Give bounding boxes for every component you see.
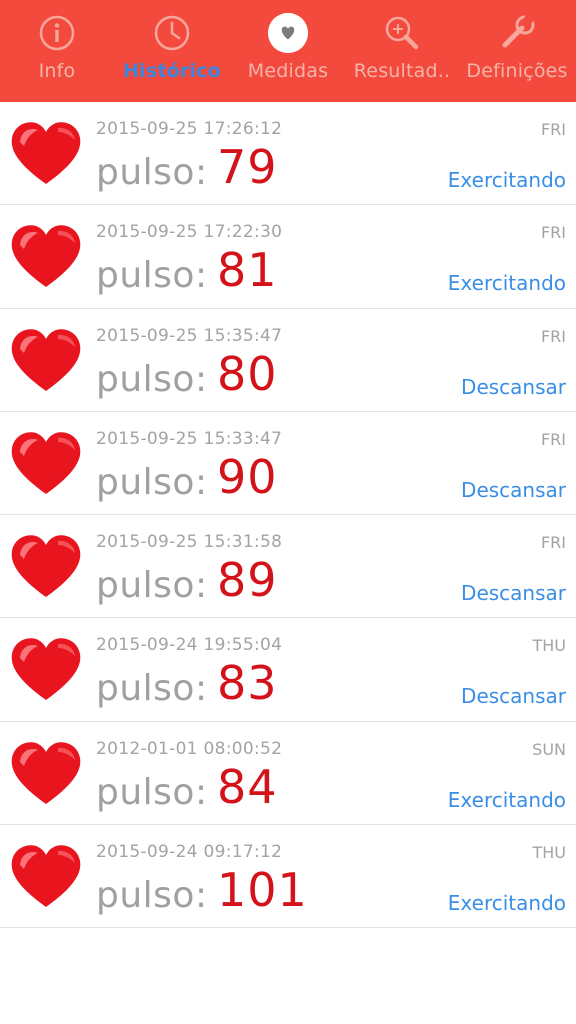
wrench-icon xyxy=(496,12,538,54)
history-row[interactable]: 2012-01-01 08:00:52 SUN pulso: 84 Exerci… xyxy=(0,721,576,826)
pulse-label: pulso: xyxy=(96,358,208,400)
pulse-label: pulso: xyxy=(96,771,208,813)
tab-resultados-label: Resultad.. xyxy=(353,60,451,82)
record-day: FRI xyxy=(540,223,566,243)
record-timestamp: 2015-09-25 15:33:47 xyxy=(96,428,283,449)
pulse-value: 79 xyxy=(217,140,278,194)
record-state: Descansar xyxy=(461,477,566,502)
pulse-value: 84 xyxy=(217,759,278,814)
heart-icon xyxy=(11,638,81,701)
pulse-label: pulso: xyxy=(96,152,208,193)
record-state: Descansar xyxy=(461,684,566,709)
record-day: FRI xyxy=(540,326,566,346)
tab-resultados[interactable]: Resultad.. xyxy=(346,0,458,102)
record-day: FRI xyxy=(540,533,566,553)
history-row[interactable]: 2015-09-25 17:22:30 FRI pulso: 81 Exerci… xyxy=(0,205,576,309)
heart-icon xyxy=(11,122,81,184)
tab-bar: Info Histórico Medidas Resultad.. Defini… xyxy=(0,0,576,102)
record-state: Exercitando xyxy=(447,168,566,192)
pulse-value: 89 xyxy=(217,553,278,608)
record-timestamp: 2015-09-25 15:31:58 xyxy=(96,532,283,553)
history-list: 2015-09-25 17:26:12 FRI pulso: 79 Exerci… xyxy=(0,102,576,929)
tab-definicoes-label: Definições xyxy=(466,60,568,82)
heart-icon xyxy=(11,225,81,288)
tab-medidas-label: Medidas xyxy=(247,60,329,82)
heart-icon xyxy=(11,742,81,804)
heart-icon xyxy=(11,845,81,908)
pulse-value: 90 xyxy=(217,449,278,504)
tab-historico[interactable]: Histórico xyxy=(114,0,230,102)
record-state: Descansar xyxy=(461,374,566,399)
record-state: Exercitando xyxy=(447,271,566,296)
record-day: FRI xyxy=(540,120,566,139)
history-row[interactable]: 2015-09-25 15:33:47 FRI pulso: 90 Descan… xyxy=(0,411,576,516)
record-day: FRI xyxy=(540,429,566,449)
heart-circle-icon xyxy=(267,12,309,54)
record-state: Exercitando xyxy=(447,891,566,916)
heart-icon xyxy=(11,535,81,598)
tab-historico-label: Histórico xyxy=(123,60,221,82)
record-day: THU xyxy=(532,843,566,863)
pulse-label: pulso: xyxy=(96,255,208,297)
record-state: Descansar xyxy=(461,581,566,606)
magnifier-icon xyxy=(381,12,423,54)
pulse-label: pulso: xyxy=(96,875,208,917)
info-icon xyxy=(36,12,78,54)
pulse-label: pulso: xyxy=(96,461,208,503)
history-row[interactable]: 2015-09-25 15:35:47 FRI pulso: 80 Descan… xyxy=(0,308,576,412)
pulse-value: 81 xyxy=(217,243,278,298)
pulse-value: 101 xyxy=(217,863,308,918)
heart-icon xyxy=(11,328,81,391)
record-day: SUN xyxy=(532,739,566,759)
history-row[interactable]: 2015-09-24 09:17:12 THU pulso: 101 Exerc… xyxy=(0,825,576,929)
pulse-value: 80 xyxy=(217,346,278,401)
record-timestamp: 2015-09-24 09:17:12 xyxy=(96,842,283,863)
record-timestamp: 2015-09-25 17:26:12 xyxy=(96,119,283,139)
history-row[interactable]: 2015-09-25 17:26:12 FRI pulso: 79 Exerci… xyxy=(0,102,576,206)
tab-medidas[interactable]: Medidas xyxy=(230,0,346,102)
pulse-label: pulso: xyxy=(96,565,208,607)
clock-icon xyxy=(151,12,193,54)
record-day: THU xyxy=(532,636,566,656)
record-timestamp: 2012-01-01 08:00:52 xyxy=(96,738,283,759)
tab-info[interactable]: Info xyxy=(0,0,114,102)
heart-icon xyxy=(11,432,81,494)
tab-definicoes[interactable]: Definições xyxy=(458,0,576,102)
record-state: Exercitando xyxy=(447,787,566,812)
history-row[interactable]: 2015-09-25 15:31:58 FRI pulso: 89 Descan… xyxy=(0,515,576,619)
history-row[interactable]: 2015-09-24 19:55:04 THU pulso: 83 Descan… xyxy=(0,618,576,722)
record-timestamp: 2015-09-25 15:35:47 xyxy=(96,325,283,346)
record-timestamp: 2015-09-24 19:55:04 xyxy=(96,635,283,656)
tab-info-label: Info xyxy=(38,60,76,82)
record-timestamp: 2015-09-25 17:22:30 xyxy=(96,222,283,243)
pulse-value: 83 xyxy=(217,656,278,711)
pulse-label: pulso: xyxy=(96,668,208,710)
